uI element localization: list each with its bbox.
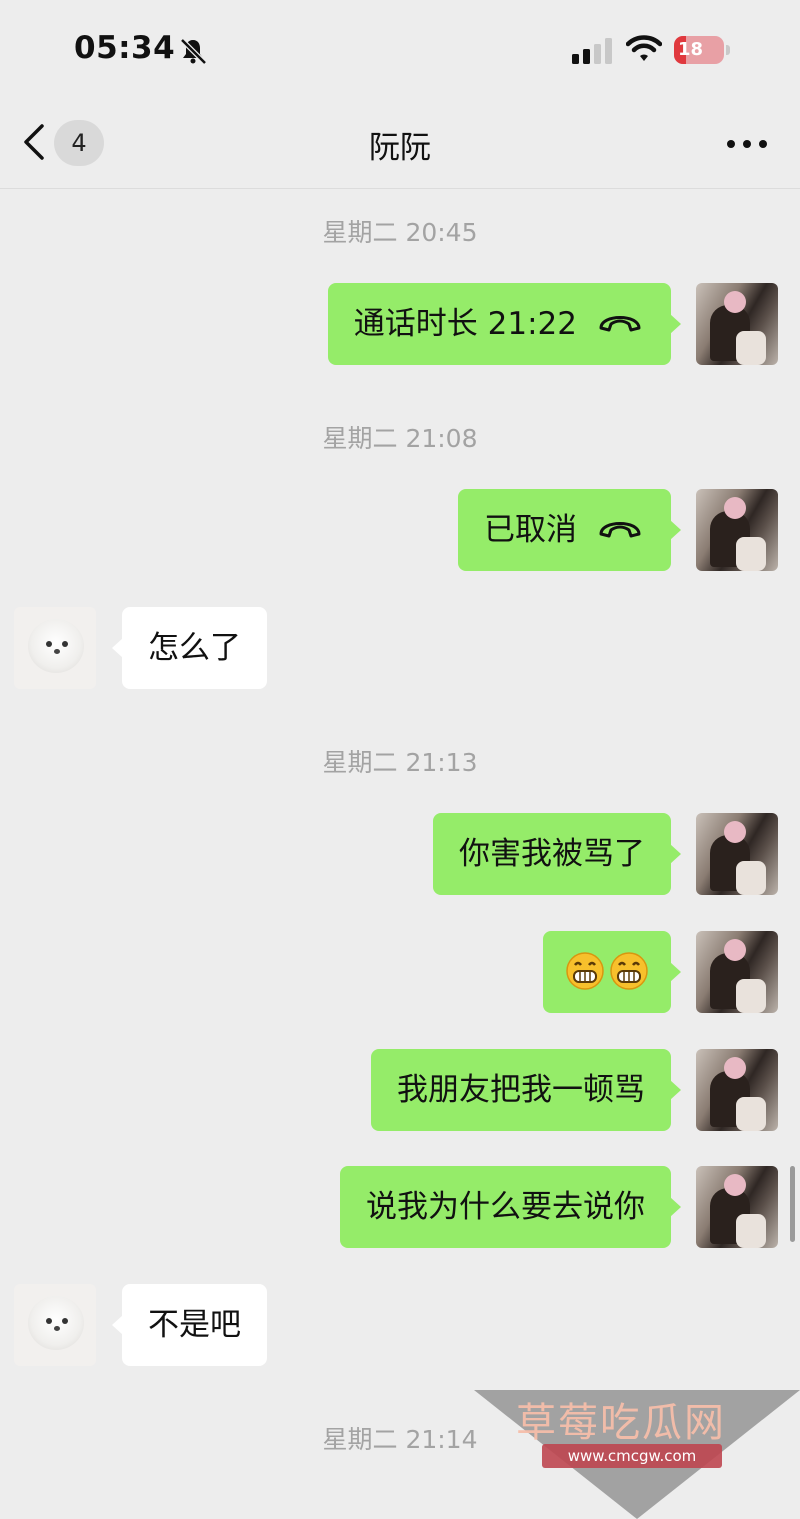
my-avatar[interactable] bbox=[696, 283, 778, 365]
status-time: 05:34 bbox=[74, 30, 176, 66]
wifi-icon bbox=[626, 35, 662, 61]
message-bubble[interactable]: 怎么了 bbox=[112, 607, 267, 689]
message-bubble[interactable]: 我朋友把我一顿骂 bbox=[371, 1049, 681, 1131]
my-avatar[interactable] bbox=[696, 1166, 778, 1248]
emoji-bubble[interactable] bbox=[543, 931, 681, 1013]
cellular-signal-icon bbox=[572, 38, 612, 64]
message-bubble[interactable]: 说我为什么要去说你 bbox=[340, 1166, 681, 1248]
grin-emoji-icon bbox=[566, 951, 604, 990]
watermark-name: 草莓吃瓜网 bbox=[516, 1400, 726, 1446]
contact-avatar[interactable] bbox=[14, 607, 96, 689]
scrollbar[interactable] bbox=[790, 1166, 795, 1242]
chat-header: 4 阮阮 bbox=[0, 100, 800, 189]
contact-avatar[interactable] bbox=[14, 1284, 96, 1366]
watermark: 草莓吃瓜网 www.cmcgw.com bbox=[474, 1390, 800, 1519]
my-avatar[interactable] bbox=[696, 931, 778, 1013]
phone-call-icon bbox=[599, 315, 641, 331]
battery-tip bbox=[726, 45, 730, 55]
phone-call-icon bbox=[599, 521, 641, 537]
battery-body: 18 bbox=[674, 36, 724, 64]
message-bubble[interactable]: 你害我被骂了 bbox=[433, 813, 681, 895]
my-avatar[interactable] bbox=[696, 813, 778, 895]
grin-emoji-icon bbox=[610, 951, 648, 990]
my-avatar[interactable] bbox=[696, 1049, 778, 1131]
timestamp: 星期二 21:13 bbox=[322, 748, 478, 777]
battery-level: 18 bbox=[678, 39, 704, 60]
chat-title: 阮阮 bbox=[369, 130, 431, 166]
call-duration-text: 通话时长 21:22 bbox=[353, 306, 577, 342]
call-record-bubble[interactable]: 通话时长 21:22 bbox=[327, 283, 682, 365]
timestamp: 星期二 21:08 bbox=[322, 424, 478, 453]
battery-charging-icon: 18 bbox=[674, 36, 730, 64]
status-bar: 05:34 18 bbox=[0, 0, 800, 100]
watermark-url: www.cmcgw.com bbox=[542, 1444, 722, 1468]
message-bubble[interactable]: 不是吧 bbox=[112, 1284, 267, 1366]
my-avatar[interactable] bbox=[696, 489, 778, 571]
timestamp: 星期二 20:45 bbox=[322, 218, 478, 247]
more-dots-icon[interactable] bbox=[726, 138, 768, 150]
bell-slash-icon bbox=[180, 38, 207, 65]
call-cancelled-text: 已取消 bbox=[484, 512, 577, 548]
message-list[interactable]: 星期二 20:45 通话时长 21:22 星期二 21:08 已取消 怎么了 星… bbox=[0, 189, 800, 1519]
call-record-bubble[interactable]: 已取消 bbox=[458, 489, 681, 571]
